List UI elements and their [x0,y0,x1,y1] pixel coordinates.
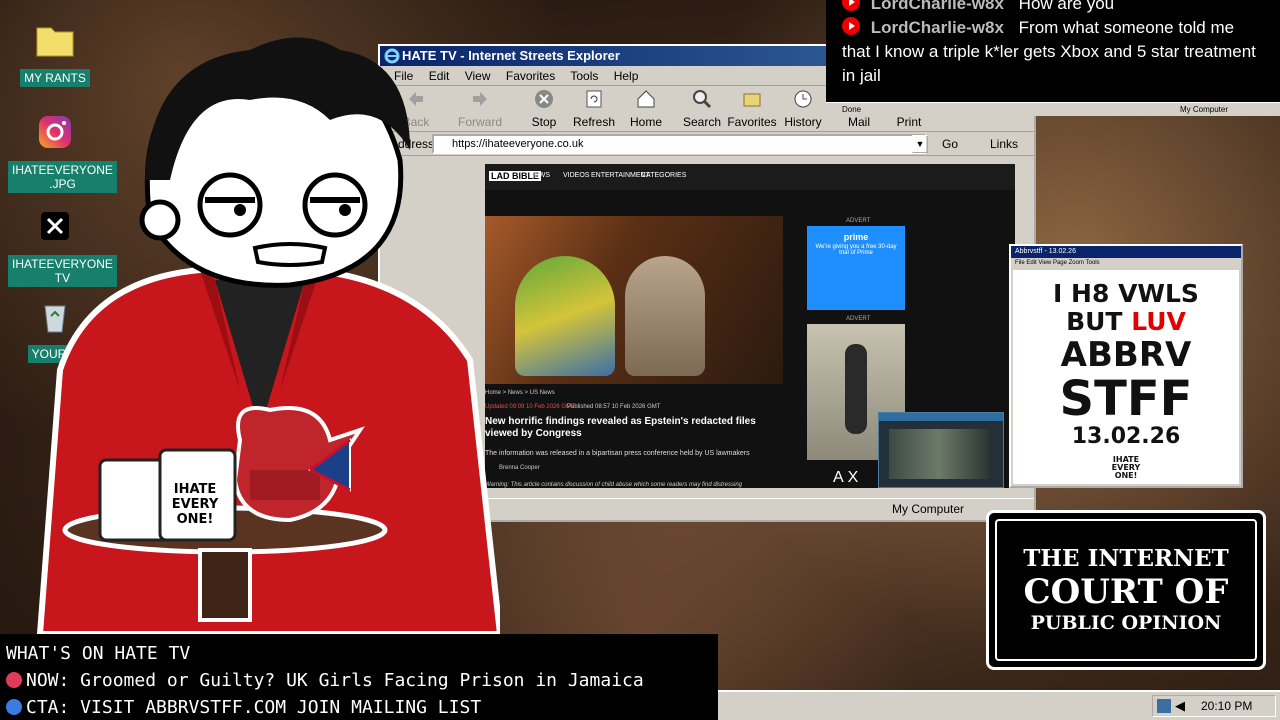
chat-text: How are you [1018,0,1115,13]
blue-dot-icon [6,699,22,715]
red-dot-icon [6,672,22,688]
video-popout[interactable] [878,412,1004,488]
ticker-cta-text: CTA: VISIT ABBRVSTFF.COM JOIN MAILING LI… [26,697,482,718]
nav-videos[interactable]: VIDEOS [563,172,589,179]
network-icon[interactable] [1157,699,1171,713]
status-zone: My Computer [892,502,965,516]
menu-tools[interactable]: Tools [570,69,598,83]
prime-advert[interactable]: prime We're giving you a free 30-day tri… [807,226,905,310]
mug-text: IHATE EVERY ONE! [171,482,219,527]
address-input[interactable]: https://ihateeveryone.co.uk [432,134,926,154]
prime-brand: prime [843,232,869,242]
address-dropdown-icon[interactable]: ▼ [912,135,928,153]
menu-edit[interactable]: Edit [1026,260,1036,266]
advert-label: ADVERT [846,218,871,224]
home-icon [637,90,655,108]
stop-icon [535,90,553,108]
court-line-1: THE INTERNET [1023,545,1229,572]
advert-label-2: ADVERT [846,316,871,322]
ticker-now: NOW: Groomed or Guilty? UK Girls Facing … [6,667,718,694]
chat-user: LordCharlie-w8x [870,18,1004,37]
abbrvstff-window[interactable]: Abbrvstff - 13.02.26 File Edit View Page… [1009,244,1243,488]
chat-status-zone: My Computer [1180,105,1229,114]
poster-line-2: BUT LUV [1013,308,1239,336]
court-line-3: PUBLIC OPINION [1030,612,1222,634]
taskbar: ◀ 20:10 PM [718,690,1280,720]
home-button[interactable]: Home [620,88,672,129]
abbrvstff-titlebar[interactable]: Abbrvstff - 13.02.26 [1011,246,1241,258]
history-icon [794,90,812,108]
refresh-button[interactable]: Refresh [568,88,620,129]
poster-line-4: STFF [1059,371,1193,427]
search-button[interactable]: Search [676,88,728,129]
stop-label: Stop [531,115,557,129]
nav-categories[interactable]: CATEGORIES [641,172,686,179]
search-icon [693,90,712,109]
nav-news[interactable]: NEWS [529,172,550,179]
article-photo [485,216,783,384]
menu-help[interactable]: Help [614,69,639,83]
chat-message-partial: LordCharlie-w8x How are you [842,0,1256,16]
favorites-button[interactable]: Favorites [726,88,778,129]
chat-status-done: Done [842,105,862,114]
system-tray: ◀ 20:10 PM [1152,695,1276,717]
menu-file[interactable]: File [1015,260,1025,266]
poster-luv: LUV [1131,307,1186,336]
poster-line-1: I H8 VWLS [1053,279,1199,308]
clock[interactable]: 20:10 PM [1201,696,1252,716]
volume-icon[interactable]: ◀ [1175,696,1185,716]
youtube-icon [842,17,860,35]
abbrvstff-menubar: File Edit View Page Zoom Tools [1011,258,1241,268]
published-time: Published 08:57 10 Feb 2026 GMT [567,404,661,410]
home-label: Home [629,115,662,129]
mail-label: Mail [847,115,870,129]
stop-button[interactable]: Stop [518,88,570,129]
menu-tools[interactable]: Tools [1086,260,1100,266]
abbrvstff-poster: I H8 VWLS BUT LUV ABBRV STFF 13.02.26 IH… [1013,270,1239,484]
ticker-now-text: NOW: Groomed or Guilty? UK Girls Facing … [26,670,644,691]
webpage-content[interactable]: LAD BIBLE NEWS VIDEOS ENTERTAINMENT CATE… [485,164,1015,488]
go-button[interactable]: Go [942,137,958,151]
article-warning: Warning: This article contains discussio… [485,482,743,488]
refresh-label: Refresh [572,115,616,129]
site-nav: LAD BIBLE NEWS VIDEOS ENTERTAINMENT CATE… [485,164,1015,190]
ticker-heading: WHAT'S ON HATE TV [6,643,191,664]
ticker-cta: CTA: VISIT ABBRVSTFF.COM JOIN MAILING LI… [6,694,718,720]
chat-message: LordCharlie-w8x From what someone told m… [842,16,1256,88]
article-standfirst: The information was released in a bipart… [485,450,750,457]
poster-but: BUT [1066,307,1123,336]
favorites-icon [743,93,761,107]
youtube-icon [842,0,860,11]
prime-text: We're giving you a free 30-day trial of … [815,244,897,256]
chat-user: LordCharlie-w8x [870,0,1004,13]
article-headline[interactable]: New horrific findings revealed as Epstei… [485,416,765,440]
court-line-2: COURT OF [1023,572,1229,612]
history-label: History [784,115,822,129]
ad-brand: AX [833,469,863,486]
menu-view[interactable]: View [1038,260,1051,266]
internet-court-logo: THE INTERNET COURT OF PUBLIC OPINION [986,510,1266,670]
menu-favorites[interactable]: Favorites [506,69,555,83]
ihateeveryone-logo: IHATE EVERY ONE! [1111,455,1141,480]
history-button[interactable]: History [777,88,829,129]
article-author[interactable]: Brenna Cooper [499,465,540,471]
live-chat-window[interactable]: LordCharlie-w8x How are you LordCharlie-… [826,0,1280,102]
refresh-icon [586,90,602,108]
print-label: Print [896,115,922,129]
poster-line-3: ABBRV [1060,335,1192,375]
poster-date: 13.02.26 [1071,424,1181,449]
favorites-label: Favorites [727,115,777,129]
menu-zoom[interactable]: Zoom [1069,260,1084,266]
tea-table-props [62,406,388,622]
menu-page[interactable]: Page [1053,260,1067,266]
news-ticker: WHAT'S ON HATE TV NOW: Groomed or Guilty… [0,634,718,720]
links-button[interactable]: Links [990,137,1018,151]
chat-statusbar: Done My Computer [826,102,1280,116]
search-label: Search [682,115,722,129]
